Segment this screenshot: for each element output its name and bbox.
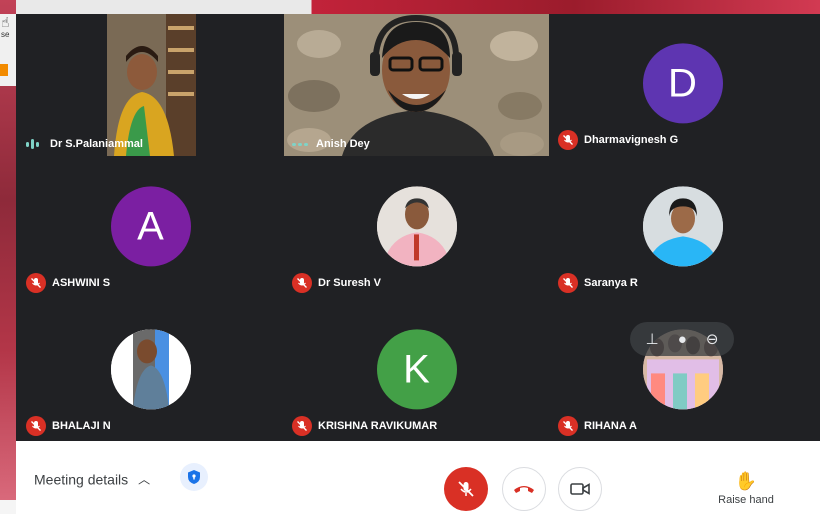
raise-hand-button[interactable]: ✋ Raise hand xyxy=(716,471,776,506)
mic-off-icon xyxy=(292,416,312,436)
avatar-initial: K xyxy=(403,346,430,391)
meet-window: Dr S.Palaniammal Anish Dey D Dharmavigne… xyxy=(16,14,820,514)
participant-grid: Dr S.Palaniammal Anish Dey D Dharmavigne… xyxy=(16,14,815,442)
participant-name-row: Dharmavignesh G xyxy=(558,130,678,150)
participant-name: Dr Suresh V xyxy=(318,277,381,289)
participant-photo xyxy=(376,186,457,267)
participant-name-row: Saranya R xyxy=(558,273,638,293)
participant-name-row: ASHWINI S xyxy=(26,273,110,293)
hand-icon: ✋ xyxy=(734,471,758,491)
background-window-text: se xyxy=(1,30,10,39)
leave-call-button[interactable] xyxy=(502,467,546,511)
meeting-details-button[interactable]: Meeting details ︿ xyxy=(34,471,150,488)
participant-video xyxy=(284,14,549,156)
avatar-initial: A xyxy=(137,203,164,248)
mic-off-icon xyxy=(292,273,312,293)
camera-toggle-button[interactable] xyxy=(558,467,602,511)
avatar-initial: D xyxy=(668,60,697,105)
speaking-indicator-icon xyxy=(26,138,44,150)
mute-participant-icon[interactable]: ● xyxy=(678,331,687,348)
participant-name: Anish Dey xyxy=(316,138,370,150)
participant-name-row: Dr Suresh V xyxy=(292,273,381,293)
participant-avatar: D xyxy=(642,43,723,124)
background-window-icon xyxy=(0,64,8,76)
microphone-toggle-button[interactable] xyxy=(444,467,488,511)
host-controls-shield-icon[interactable] xyxy=(180,463,208,491)
participant-photo xyxy=(110,329,191,410)
participant-name: KRISHNA RAVIKUMAR xyxy=(318,420,438,432)
mic-off-icon xyxy=(26,273,46,293)
pin-icon[interactable]: ⊥ xyxy=(646,330,659,348)
participant-tile[interactable]: Saranya R xyxy=(550,157,815,299)
participant-tile[interactable]: Dr Suresh V xyxy=(284,157,549,299)
mic-off-icon xyxy=(558,273,578,293)
participant-name-row: KRISHNA RAVIKUMAR xyxy=(292,416,437,436)
participant-tile[interactable]: K KRISHNA RAVIKUMAR xyxy=(284,300,549,442)
mic-off-icon xyxy=(558,130,578,150)
participant-tile[interactable]: ⊥ ● ⊖ RIHANA A xyxy=(550,300,815,442)
tile-hover-controls: ⊥ ● ⊖ xyxy=(630,322,734,356)
participant-tile[interactable]: BHALAJI N xyxy=(18,300,283,442)
participant-tile[interactable]: Dr S.Palaniammal xyxy=(18,14,283,156)
participant-tile[interactable]: D Dharmavignesh G xyxy=(550,14,815,156)
meeting-details-label: Meeting details xyxy=(34,471,129,487)
participant-tile[interactable]: A ASHWINI S xyxy=(18,157,283,299)
participant-avatar: K xyxy=(376,329,457,410)
participant-name: BHALAJI N xyxy=(52,420,111,432)
participant-name-row: Anish Dey xyxy=(292,138,370,150)
raise-hand-label: Raise hand xyxy=(718,494,774,506)
mic-off-icon xyxy=(26,416,46,436)
participant-name-row: BHALAJI N xyxy=(26,416,111,436)
mic-off-icon xyxy=(558,416,578,436)
participant-name: Dharmavignesh G xyxy=(584,134,679,146)
speaking-indicator-icon xyxy=(292,138,310,150)
participant-name: RIHANA A xyxy=(584,420,637,432)
background-window-strip xyxy=(0,0,820,14)
participant-name: Dr S.Palaniammal xyxy=(50,138,143,150)
participant-name: ASHWINI S xyxy=(52,277,111,289)
hand-cursor-icon: ☝ xyxy=(1,14,10,30)
participant-name-row: RIHANA A xyxy=(558,416,637,436)
meeting-toolbar: Meeting details ︿ ✋ Raise hand xyxy=(16,441,820,514)
chevron-up-icon: ︿ xyxy=(138,472,151,487)
participant-video xyxy=(18,14,283,156)
participant-name: Saranya R xyxy=(584,277,638,289)
participant-avatar: A xyxy=(110,186,191,267)
participant-photo xyxy=(642,186,723,267)
remove-participant-icon[interactable]: ⊖ xyxy=(706,330,719,348)
participant-tile[interactable]: Anish Dey xyxy=(284,14,549,156)
participant-name-row: Dr S.Palaniammal xyxy=(26,138,143,150)
